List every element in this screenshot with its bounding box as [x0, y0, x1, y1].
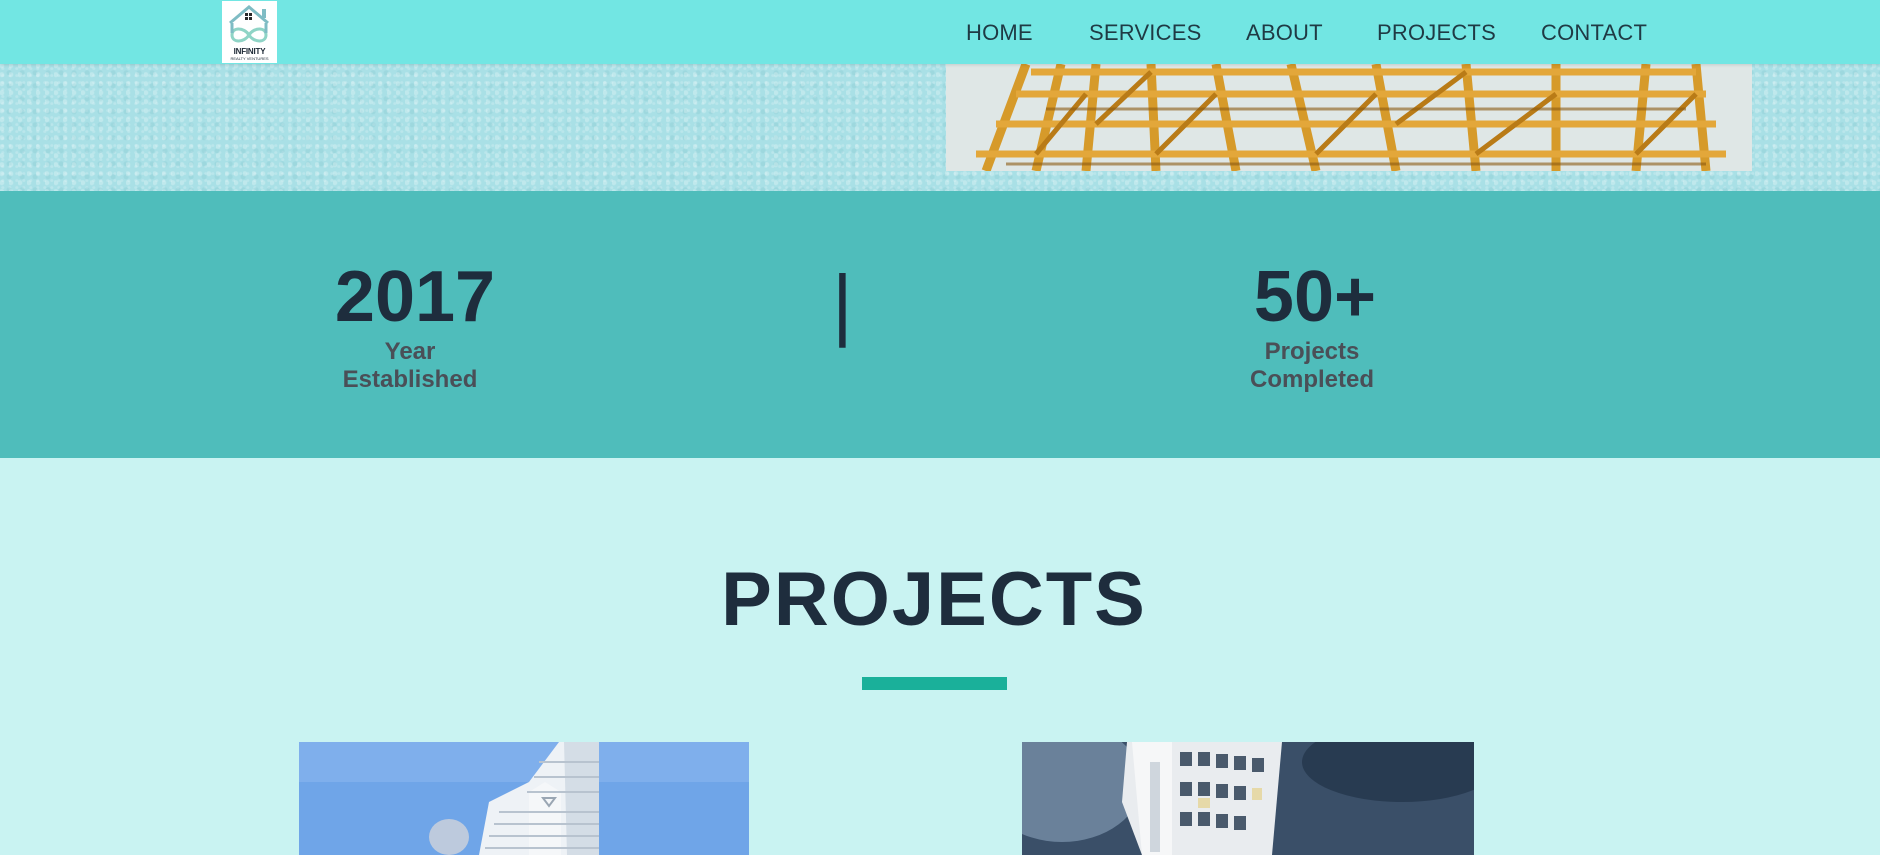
stat-projects-label-line1: Projects [1264, 338, 1360, 365]
stats-section [0, 191, 1880, 458]
project-card-1-image[interactable] [299, 742, 749, 855]
stat-projects-number: 50+ [1253, 257, 1377, 337]
stats-divider: | [832, 259, 853, 348]
nav-item-services[interactable]: SERVICES [1089, 20, 1201, 46]
construction-frame-image [946, 64, 1752, 171]
stat-projects-label-line2: Completed [1249, 366, 1374, 393]
nav-item-projects[interactable]: PROJECTS [1377, 20, 1496, 46]
main-nav: HOME SERVICES ABOUT PROJECTS CONTACT [0, 0, 1880, 64]
projects-heading: PROJECTS [721, 557, 1147, 642]
stat-year-label-line1: Year [384, 338, 436, 365]
top-navbar: INFINITY REALTY VENTURES HOME SERVICES A… [0, 0, 1880, 64]
nav-item-home[interactable]: HOME [966, 20, 1033, 46]
project-card-2-image[interactable] [1022, 742, 1474, 855]
stat-year-number: 2017 [334, 257, 496, 337]
stat-year-label-line2: Established [342, 366, 478, 393]
projects-heading-underline [862, 677, 1007, 690]
nav-item-contact[interactable]: CONTACT [1541, 20, 1647, 46]
nav-item-about[interactable]: ABOUT [1246, 20, 1323, 46]
